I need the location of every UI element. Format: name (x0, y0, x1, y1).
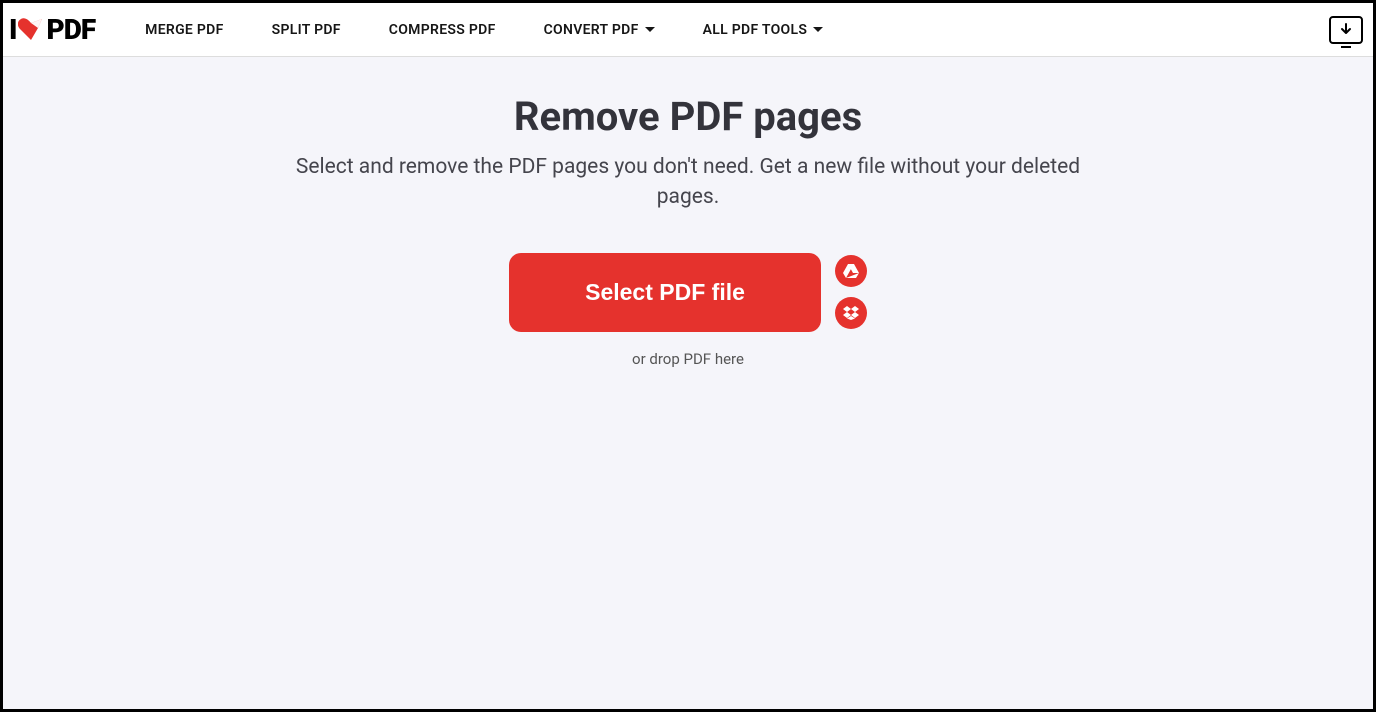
logo[interactable]: I PDF (9, 13, 95, 46)
cloud-buttons (835, 255, 867, 329)
download-icon (1339, 23, 1353, 37)
upload-row: Select PDF file (3, 253, 1373, 332)
nav-merge-label: MERGE PDF (145, 22, 223, 38)
nav-merge[interactable]: MERGE PDF (145, 22, 223, 38)
main-content: Remove PDF pages Select and remove the P… (3, 57, 1373, 709)
logo-text-right: PDF (46, 13, 95, 46)
heart-icon (18, 18, 44, 42)
download-desktop-button[interactable] (1329, 16, 1363, 44)
logo-text-left: I (9, 13, 16, 46)
nav: MERGE PDF SPLIT PDF COMPRESS PDF CONVERT… (145, 22, 823, 38)
google-drive-icon (843, 264, 859, 278)
nav-all-tools-label: ALL PDF TOOLS (703, 22, 808, 38)
select-file-button[interactable]: Select PDF file (509, 253, 821, 332)
nav-convert-label: CONVERT PDF (544, 22, 639, 38)
nav-convert[interactable]: CONVERT PDF (544, 22, 655, 38)
nav-compress[interactable]: COMPRESS PDF (389, 22, 496, 38)
page-title: Remove PDF pages (3, 93, 1373, 140)
drop-text: or drop PDF here (3, 350, 1373, 368)
page-subtitle: Select and remove the PDF pages you don'… (278, 152, 1098, 213)
nav-all-tools[interactable]: ALL PDF TOOLS (703, 22, 824, 38)
header: I PDF MERGE PDF SPLIT PDF COMPRESS PDF C… (3, 3, 1373, 57)
chevron-down-icon (813, 27, 823, 32)
nav-split-label: SPLIT PDF (272, 22, 341, 38)
nav-compress-label: COMPRESS PDF (389, 22, 496, 38)
chevron-down-icon (645, 27, 655, 32)
nav-split[interactable]: SPLIT PDF (272, 22, 341, 38)
dropbox-icon (843, 306, 859, 320)
google-drive-button[interactable] (835, 255, 867, 287)
dropbox-button[interactable] (835, 297, 867, 329)
